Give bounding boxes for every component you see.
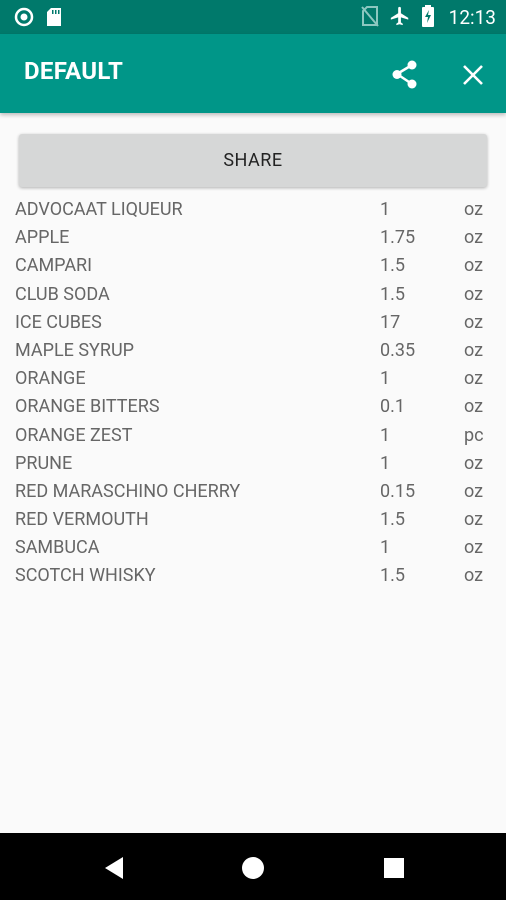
list-item: APPLE 1.75 oz: [0, 223, 506, 251]
recents-button[interactable]: [381, 855, 407, 881]
ingredient-unit: oz: [464, 480, 484, 502]
circle-notification-icon: [14, 7, 34, 31]
ingredient-qty: 0.35: [380, 339, 416, 361]
close-button[interactable]: [458, 60, 488, 90]
ingredient-name: RED MARASCHINO CHERRY: [15, 480, 241, 502]
ingredient-name: ADVOCAAT LIQUEUR: [15, 199, 183, 220]
ingredient-unit: pc: [464, 424, 484, 446]
ingredient-name: SAMBUCA: [15, 537, 100, 559]
ingredient-unit: oz: [464, 509, 484, 531]
back-button[interactable]: [101, 855, 127, 881]
ingredient-name: APPLE: [15, 227, 70, 249]
ingredient-qty: 1: [380, 424, 391, 446]
list-item: SAMBUCA 1 oz: [0, 533, 506, 561]
ingredient-name: ORANGE ZEST: [15, 424, 133, 446]
list-item: ICE CUBES 17 oz: [0, 308, 506, 336]
ingredient-unit: oz: [464, 452, 484, 474]
ingredient-unit: oz: [464, 537, 484, 559]
list-item: ADVOCAAT LIQUEUR 1 oz: [0, 195, 506, 223]
list-item: MAPLE SYRUP 0.35 oz: [0, 336, 506, 364]
ingredient-unit: oz: [464, 368, 484, 390]
ingredient-name: ORANGE BITTERS: [15, 396, 160, 418]
ingredient-name: RED VERMOUTH: [15, 509, 149, 531]
list-item: CAMPARI 1.5 oz: [0, 251, 506, 279]
ingredient-unit: oz: [464, 565, 484, 587]
ingredient-name: SCOTCH WHISKY: [15, 565, 156, 587]
ingredient-unit: oz: [464, 311, 484, 333]
ingredient-qty: 1.5: [380, 509, 405, 531]
share-button[interactable]: SHARE: [19, 134, 487, 187]
clock: 12:13: [448, 6, 496, 29]
ingredient-name: ICE CUBES: [15, 311, 102, 333]
page-title: DEFAULT: [24, 57, 124, 85]
list-item: PRUNE 1 oz: [0, 449, 506, 477]
home-button[interactable]: [240, 855, 266, 881]
ingredient-unit: oz: [464, 199, 484, 220]
list-item: ORANGE BITTERS 0.1 oz: [0, 392, 506, 420]
ingredient-unit: oz: [464, 339, 484, 361]
ingredient-qty: 0.1: [380, 396, 405, 418]
share-toolbar-button[interactable]: [388, 58, 422, 92]
recents-icon: [381, 858, 407, 885]
ingredient-qty: 1.5: [380, 283, 405, 305]
status-bar: 12:13: [0, 0, 506, 34]
ingredient-qty: 1.75: [380, 227, 416, 249]
battery-charging-icon: [421, 5, 435, 31]
ingredient-name: CLUB SODA: [15, 283, 110, 305]
list-item: ORANGE ZEST 1 pc: [0, 421, 506, 449]
app-bar: DEFAULT: [0, 34, 506, 113]
navigation-bar: [0, 833, 506, 900]
ingredient-name: ORANGE: [15, 368, 86, 390]
sd-card-icon: [46, 7, 62, 31]
ingredient-qty: 1: [380, 452, 391, 474]
ingredient-name: CAMPARI: [15, 255, 93, 277]
ingredient-name: MAPLE SYRUP: [15, 339, 134, 361]
back-icon: [101, 857, 127, 885]
close-icon: [458, 65, 488, 94]
list-item: RED VERMOUTH 1.5 oz: [0, 505, 506, 533]
ingredient-name: PRUNE: [15, 452, 73, 474]
airplane-mode-icon: [389, 5, 411, 31]
share-icon: [388, 60, 422, 96]
ingredient-qty: 1: [380, 368, 391, 390]
ingredient-qty: 1.5: [380, 255, 405, 277]
list-item: ORANGE 1 oz: [0, 364, 506, 392]
ingredient-list: ADVOCAAT LIQUEUR 1 oz APPLE 1.75 oz CAMP…: [0, 195, 506, 590]
list-item: SCOTCH WHISKY 1.5 oz: [0, 561, 506, 589]
ingredient-qty: 1: [380, 199, 391, 220]
list-item: CLUB SODA 1.5 oz: [0, 280, 506, 308]
ingredient-qty: 1: [380, 537, 391, 559]
home-icon: [240, 857, 266, 885]
ingredient-qty: 1.5: [380, 565, 405, 587]
no-sim-icon: [360, 5, 379, 31]
ingredient-qty: 0.15: [380, 480, 416, 502]
ingredient-unit: oz: [464, 396, 484, 418]
list-item: RED MARASCHINO CHERRY 0.15 oz: [0, 477, 506, 505]
ingredient-unit: oz: [464, 283, 484, 305]
ingredient-unit: oz: [464, 227, 484, 249]
ingredient-qty: 17: [380, 311, 401, 333]
ingredient-unit: oz: [464, 255, 484, 277]
